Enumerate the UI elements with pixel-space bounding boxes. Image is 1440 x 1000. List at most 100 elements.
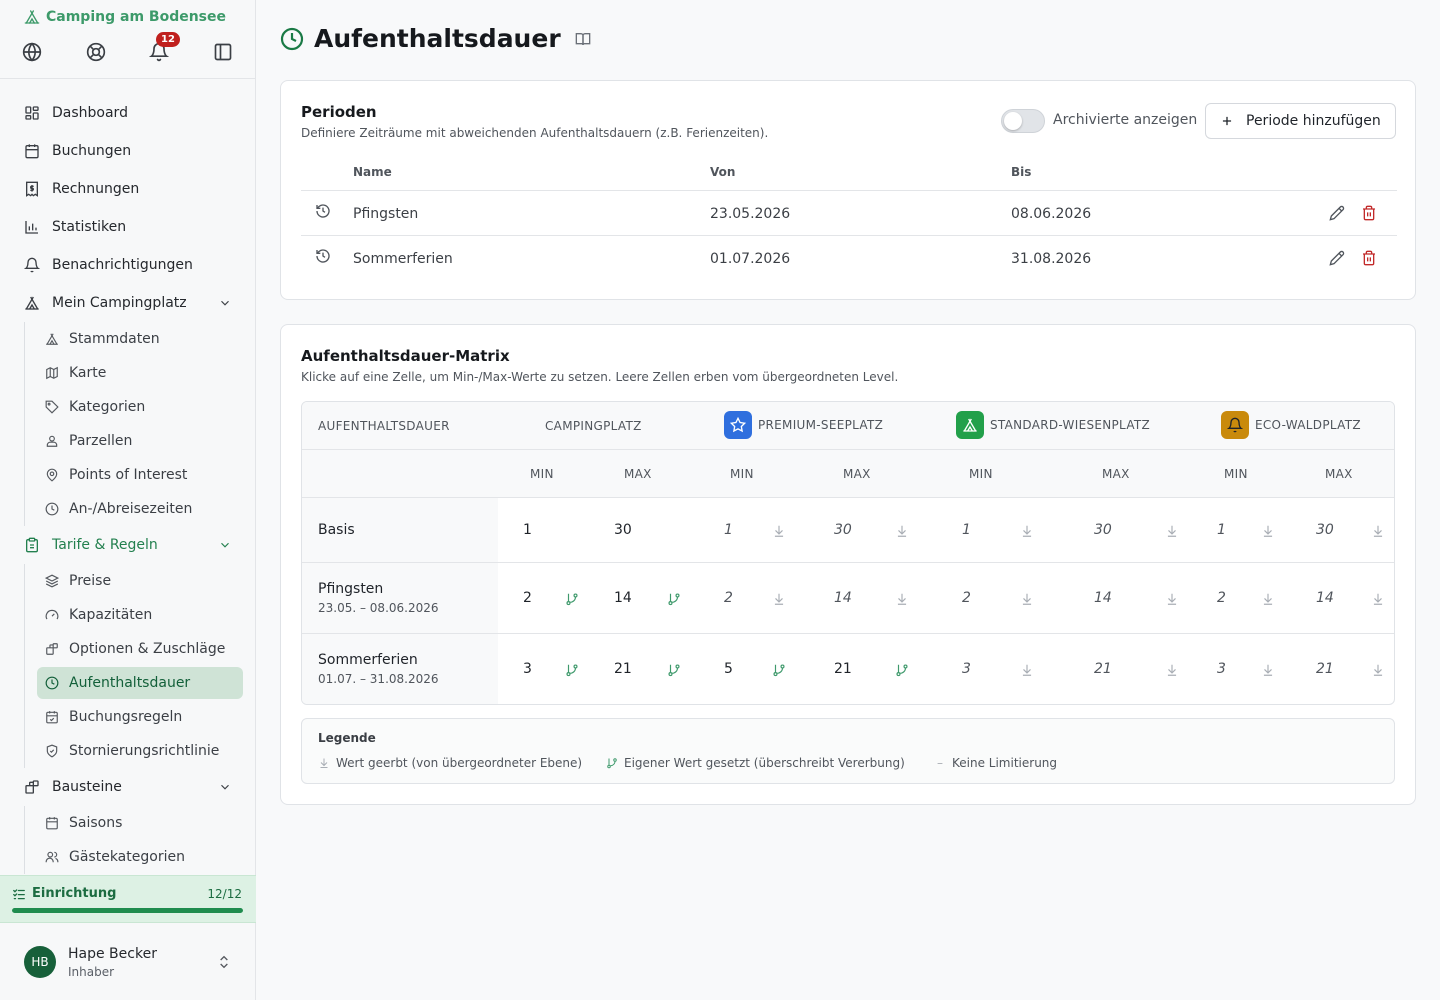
matrix-cell-value[interactable]: 21	[834, 661, 852, 677]
user-menu[interactable]: HB Hape Becker Inhaber	[24, 945, 244, 979]
matrix-cell-value[interactable]: 14	[834, 590, 852, 606]
nav-label: Statistiken	[52, 219, 127, 235]
nav-label: Tarife & Regeln	[52, 537, 158, 553]
submenu-line	[24, 806, 25, 874]
nav-gaestekategorien[interactable]: Gästekategorien	[37, 841, 243, 873]
users-icon	[45, 851, 59, 863]
matrix-cell-value[interactable]: 1	[523, 522, 532, 538]
arrow-down-to-line-icon	[1261, 524, 1275, 538]
bar-chart-icon	[25, 221, 38, 234]
toggle-sidebar-button[interactable]	[211, 40, 235, 64]
sidebar-panel-icon	[214, 43, 232, 61]
period-to: 08.06.2026	[1011, 206, 1092, 222]
git-branch-icon	[667, 663, 681, 677]
matrix-cell-value[interactable]: 30	[1094, 522, 1112, 538]
nav-preise[interactable]: Preise	[37, 565, 243, 597]
level-premium-seeplatz: PREMIUM-SEEPLATZ	[724, 411, 883, 439]
nav-dashboard[interactable]: Dashboard	[12, 97, 244, 129]
dashboard-icon	[25, 106, 39, 120]
matrix-cell-value[interactable]: 2	[962, 590, 971, 606]
sidebar-toolbar	[0, 37, 256, 67]
nav-kategorien[interactable]: Kategorien	[37, 391, 243, 423]
nav-optionen-zuschlaege[interactable]: Optionen & Zuschläge	[37, 633, 243, 665]
nav-stornierungsrichtlinie[interactable]: Stornierungsrichtlinie	[37, 735, 243, 767]
nav-karte[interactable]: Karte	[37, 357, 243, 389]
globe-icon	[22, 42, 42, 62]
matrix-cell-value[interactable]: 1	[962, 522, 971, 538]
col-min: MIN	[1224, 467, 1248, 481]
nav-stammdaten[interactable]: Stammdaten	[37, 323, 243, 355]
nav-tarife-regeln[interactable]: Tarife & Regeln	[12, 529, 244, 561]
matrix-row: Sommerferien 01.07. – 31.08.2026 3 21 5 21 3 21…	[302, 634, 1394, 704]
table-row[interactable]: Pfingsten 23.05.2026 08.06.2026	[301, 190, 1397, 235]
nav-label: Mein Campingplatz	[52, 295, 187, 311]
matrix-row-label: Pfingsten 23.05. – 08.06.2026	[302, 563, 498, 633]
matrix-cell-value[interactable]: 14	[1316, 590, 1334, 606]
matrix-cell-value[interactable]: 1	[724, 522, 733, 538]
arrow-down-to-line-icon	[1165, 524, 1179, 538]
nav-parzellen[interactable]: Parzellen	[37, 425, 243, 457]
arrow-down-to-line-icon	[320, 758, 328, 768]
matrix-cell-value[interactable]: 21	[1094, 661, 1112, 677]
period-from: 01.07.2026	[710, 251, 791, 267]
dash-icon: –	[937, 756, 943, 770]
matrix-cell-value[interactable]: 1	[1217, 522, 1226, 538]
matrix-cell-value[interactable]: 30	[834, 522, 852, 538]
divider	[0, 78, 255, 79]
matrix-cell-value[interactable]: 21	[614, 661, 632, 677]
matrix-cell-value[interactable]: 2	[523, 590, 532, 606]
nav-rechnungen[interactable]: Rechnungen	[12, 173, 244, 205]
column-header-from: Von	[710, 165, 736, 179]
matrix-cell-value[interactable]: 30	[1316, 522, 1334, 538]
tent-icon	[24, 10, 40, 24]
nav-bausteine[interactable]: Bausteine	[12, 771, 244, 803]
col-max: MAX	[843, 467, 871, 481]
legend-title: Legende	[318, 731, 376, 745]
plus-icon	[1222, 116, 1232, 126]
matrix-cell-value[interactable]: 30	[614, 522, 632, 538]
language-button[interactable]	[20, 40, 44, 64]
nav-saisons[interactable]: Saisons	[37, 807, 243, 839]
nav-kapazitaeten[interactable]: Kapazitäten	[37, 599, 243, 631]
level-standard-wiesenplatz: STANDARD-WIESENPLATZ	[956, 411, 1150, 439]
nav-benachrichtigungen[interactable]: Benachrichtigungen	[12, 249, 244, 281]
nav-an-abreisezeiten[interactable]: An-/Abreisezeiten	[37, 493, 243, 525]
nav-label: Dashboard	[52, 105, 128, 121]
git-branch-icon	[667, 592, 681, 606]
nav-statistiken[interactable]: Statistiken	[12, 211, 244, 243]
history-icon	[316, 204, 330, 218]
help-button[interactable]	[84, 40, 108, 64]
setup-progress[interactable]: Einrichtung 12/12	[0, 875, 256, 923]
col-max: MAX	[624, 467, 652, 481]
tent-icon	[956, 411, 984, 439]
nav-label: Points of Interest	[69, 467, 188, 483]
nav-mein-campingplatz[interactable]: Mein Campingplatz	[12, 287, 244, 319]
matrix-cell-value[interactable]: 2	[724, 590, 733, 606]
nav-points-of-interest[interactable]: Points of Interest	[37, 459, 243, 491]
pencil-icon[interactable]	[1329, 250, 1345, 266]
arrow-down-to-line-icon	[1020, 663, 1034, 677]
brand[interactable]: Camping am Bodensee	[24, 9, 226, 25]
layers-icon	[45, 574, 59, 588]
book-icon[interactable]	[575, 31, 591, 47]
matrix-row-label: Basis	[302, 498, 498, 562]
matrix-cell-value[interactable]: 14	[614, 590, 632, 606]
matrix-cell-value[interactable]: 21	[1316, 661, 1334, 677]
matrix-cell-value[interactable]: 5	[724, 661, 733, 677]
matrix-cell-value[interactable]: 3	[1217, 661, 1226, 677]
setup-label-text: Einrichtung	[32, 886, 117, 901]
table-row[interactable]: Sommerferien 01.07.2026 31.08.2026	[301, 235, 1397, 280]
pencil-icon[interactable]	[1329, 205, 1345, 221]
matrix-cell-value[interactable]: 14	[1094, 590, 1112, 606]
add-period-button[interactable]: Periode hinzufügen	[1205, 103, 1396, 139]
nav-aufenthaltsdauer[interactable]: Aufenthaltsdauer	[37, 667, 243, 699]
archived-toggle[interactable]	[1001, 109, 1045, 133]
arrow-down-to-line-icon	[772, 524, 786, 538]
matrix-cell-value[interactable]: 3	[523, 661, 532, 677]
nav-buchungen[interactable]: Buchungen	[12, 135, 244, 167]
trash-icon[interactable]	[1361, 205, 1377, 221]
matrix-cell-value[interactable]: 2	[1217, 590, 1226, 606]
nav-buchungsregeln[interactable]: Buchungsregeln	[37, 701, 243, 733]
trash-icon[interactable]	[1361, 250, 1377, 266]
matrix-cell-value[interactable]: 3	[962, 661, 971, 677]
